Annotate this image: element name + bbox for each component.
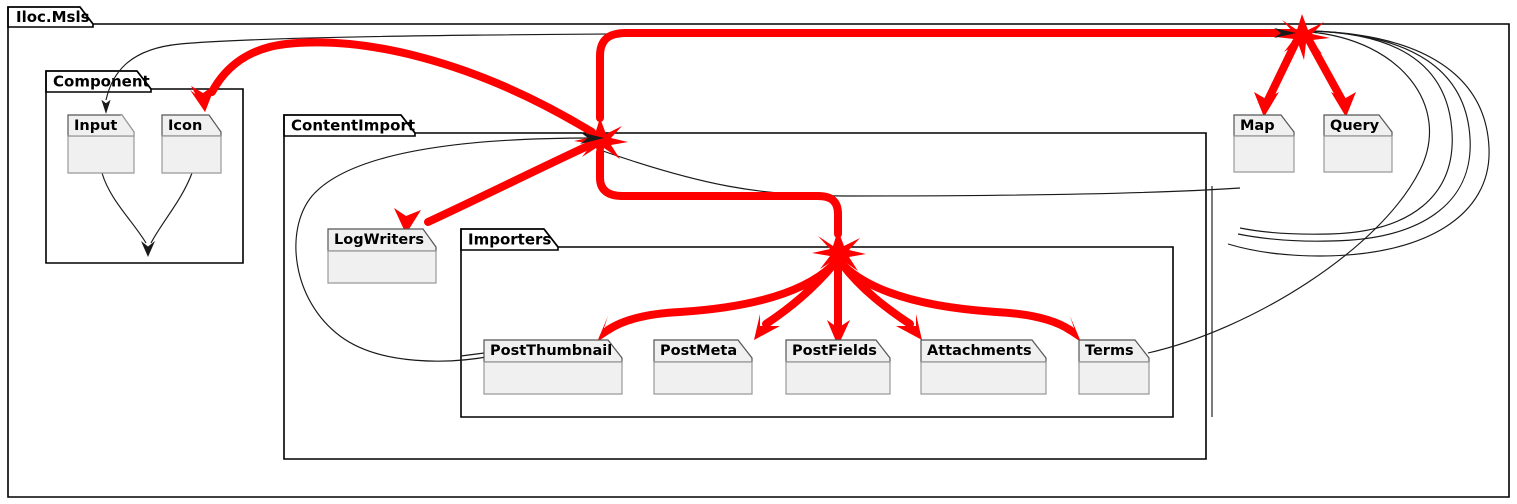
edge-hub-right-to-query xyxy=(1306,38,1346,104)
leaf-package-postthumbnail[interactable]: PostThumbnail xyxy=(483,339,623,395)
leaf-body-attachments xyxy=(920,361,1047,395)
arrowhead-input xyxy=(101,99,111,114)
leaf-label-postfields: PostFields xyxy=(792,343,877,359)
leaf-label-icon: Icon xyxy=(168,118,202,134)
leaf-body-map xyxy=(1233,135,1295,173)
leaf-package-logwriters[interactable]: LogWriters xyxy=(327,228,437,284)
highlighted-edges xyxy=(190,14,1356,346)
leaf-package-icon[interactable]: Icon xyxy=(161,114,222,174)
edge-icon-down xyxy=(150,172,193,244)
leaf-label-postmeta: PostMeta xyxy=(660,343,737,359)
junction-hub-importers[interactable] xyxy=(812,230,866,277)
junction-hub-right[interactable] xyxy=(1276,14,1330,60)
leaf-package-postfields[interactable]: PostFields xyxy=(785,339,891,395)
leaf-package-attachments[interactable]: Attachments xyxy=(920,339,1047,395)
leaf-body-postfields xyxy=(785,361,891,395)
package-label-component: Component xyxy=(53,73,150,91)
uml-package-diagram: Iloc.Msls Component ContentImport Import… xyxy=(0,0,1517,504)
leaf-package-input[interactable]: Input xyxy=(67,114,135,174)
leaf-label-attachments: Attachments xyxy=(927,343,1032,359)
leaf-label-query: Query xyxy=(1330,118,1380,134)
package-frame-contentimport[interactable]: ContentImport xyxy=(283,114,1207,460)
leaf-body-icon xyxy=(161,135,222,174)
diagram-canvas: Iloc.Msls Component ContentImport Import… xyxy=(7,6,1510,498)
leaf-body-postmeta xyxy=(653,361,753,395)
edge-terms-to-hub xyxy=(1147,31,1431,354)
leaf-body-query xyxy=(1323,135,1393,173)
package-label-importers: Importers xyxy=(468,231,551,249)
package-label-contentimport: ContentImport xyxy=(291,117,415,135)
package-frame-root[interactable]: Iloc.Msls xyxy=(7,6,1510,498)
leaf-package-terms[interactable]: Terms xyxy=(1078,339,1150,395)
edge-hub-right-to-map xyxy=(1264,38,1300,104)
leaf-body-logwriters xyxy=(327,250,437,284)
leaf-label-terms: Terms xyxy=(1085,343,1134,359)
leaf-body-terms xyxy=(1078,361,1150,395)
leaf-body-postthumbnail xyxy=(483,361,623,395)
leaf-label-postthumbnail: PostThumbnail xyxy=(490,343,612,359)
leaf-label-map: Map xyxy=(1240,118,1275,134)
edge-hub-middle-to-logwriters xyxy=(424,140,596,226)
leaf-label-input: Input xyxy=(74,118,117,134)
leaf-label-logwriters: LogWriters xyxy=(334,232,424,248)
arrowhead-component-merge xyxy=(141,241,155,257)
edge-hub-middle-to-hub-importers xyxy=(596,148,842,238)
leaf-package-query[interactable]: Query xyxy=(1323,114,1393,173)
leaf-body-input xyxy=(67,135,135,174)
leaf-package-map[interactable]: Map xyxy=(1233,114,1295,173)
package-body-contentimport xyxy=(283,114,1207,460)
package-label-root: Iloc.Msls xyxy=(16,8,90,26)
edge-input-down xyxy=(101,172,147,244)
package-body-root xyxy=(7,6,1510,498)
leaf-package-postmeta[interactable]: PostMeta xyxy=(653,339,753,395)
edge-importers-top-thin xyxy=(599,149,1241,197)
edge-hub-right-to-hub-middle xyxy=(596,29,1300,122)
